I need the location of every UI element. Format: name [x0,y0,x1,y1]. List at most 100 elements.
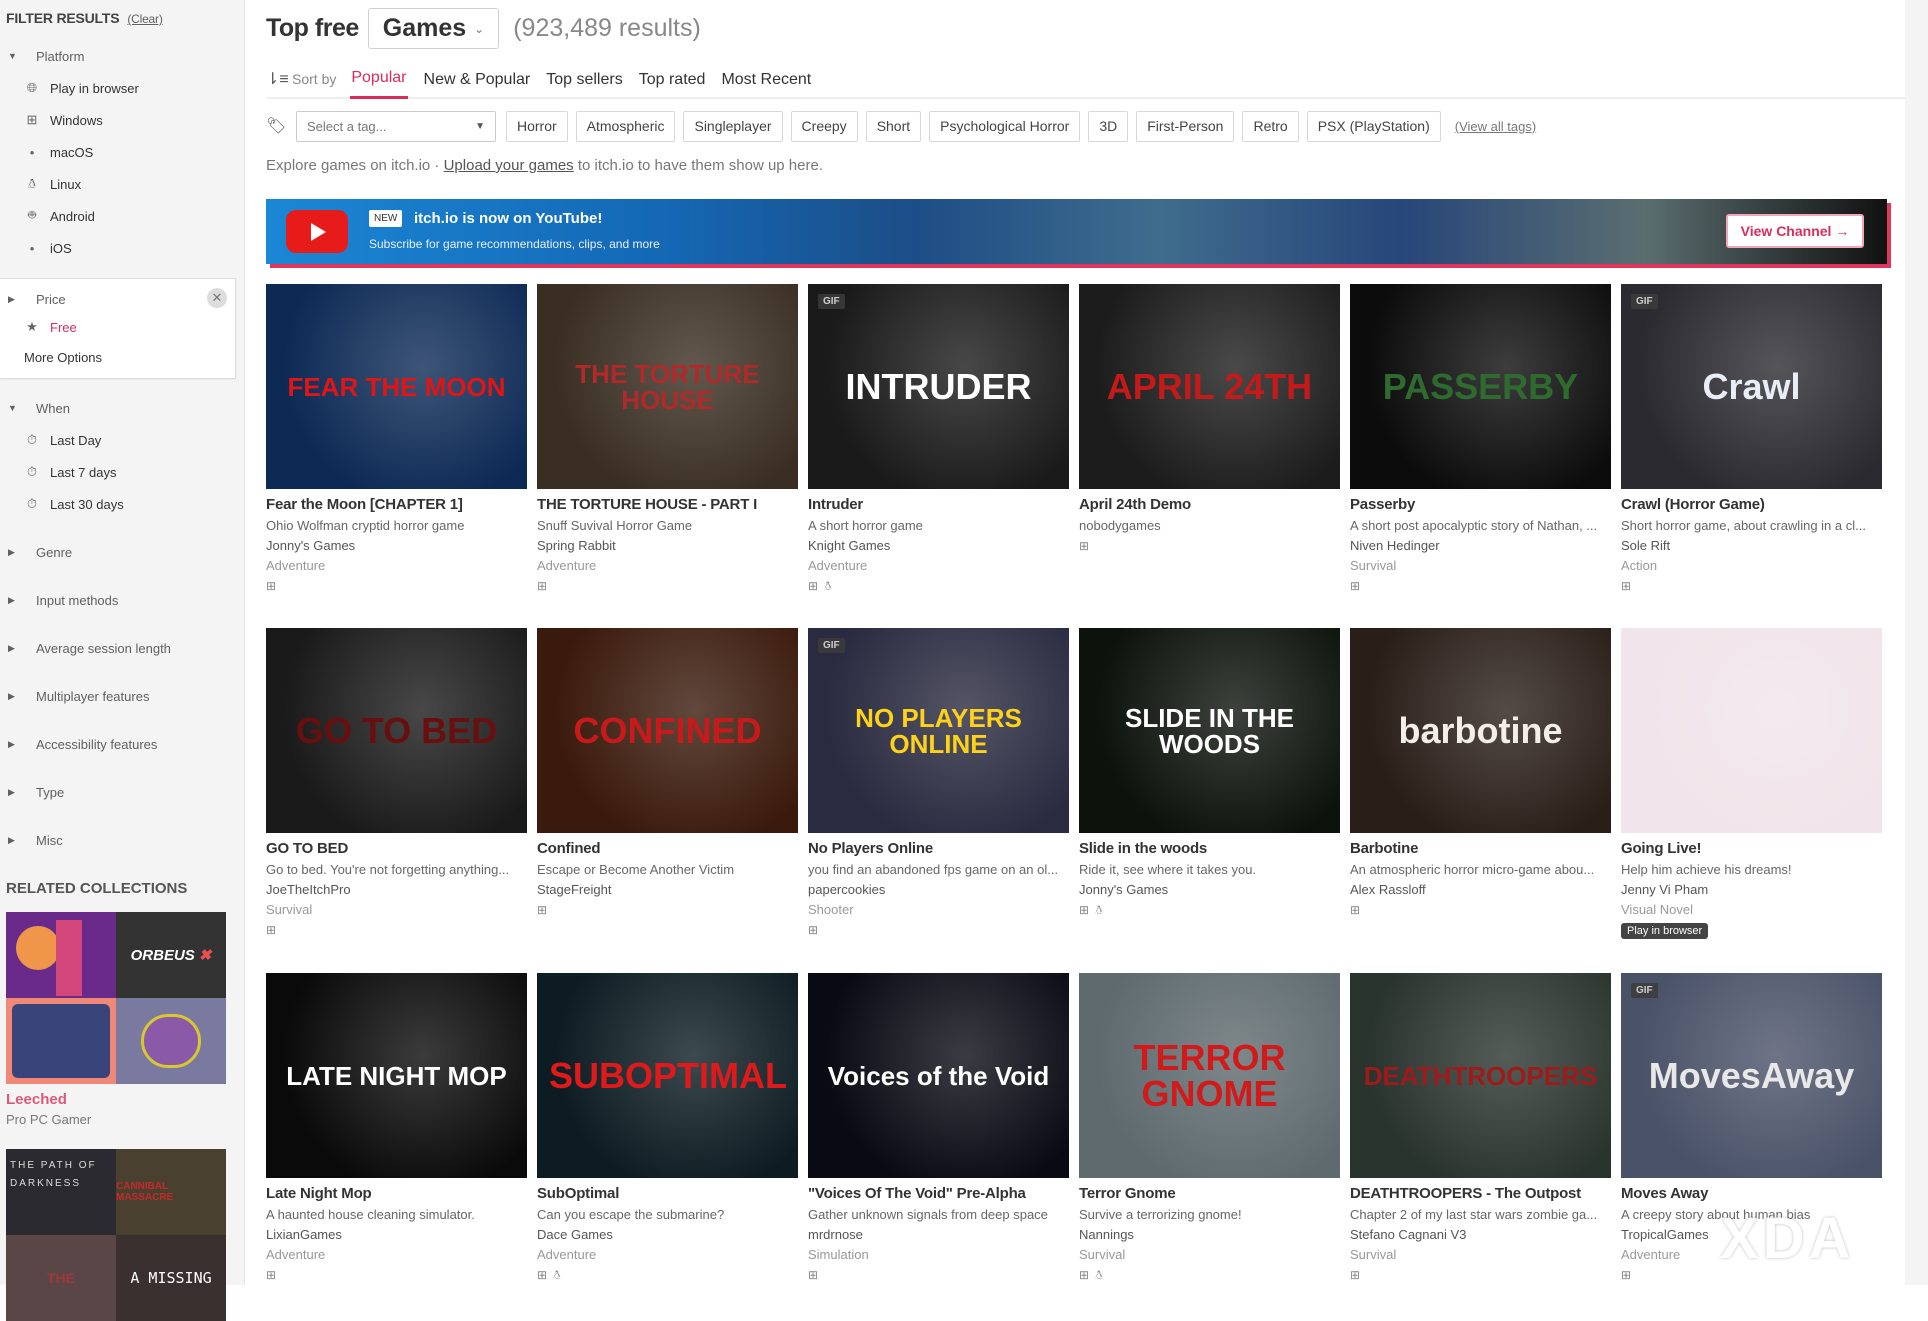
platform-option-linux[interactable]: 🐧︎ Linux [0,168,245,200]
price-option-free[interactable]: ★ Free [0,311,235,343]
collection-thumbnails[interactable]: ORBEUS ✖ [6,912,226,1084]
tag-button[interactable]: Atmospheric [575,110,676,142]
platform-toggle[interactable]: ▼ Platform [0,44,245,68]
game-thumbnail[interactable]: DEATHTROOPERS [1350,973,1611,1178]
game-thumbnail[interactable]: CONFINED [537,628,798,833]
game-card[interactable]: Voices of the Void "Voices Of The Void" P… [808,973,1069,1282]
game-card[interactable]: FEAR THE MOON Fear the Moon [CHAPTER 1] Oh… [266,284,527,593]
game-card[interactable]: Going Live! Help him achieve his dreams! J… [1621,628,1882,939]
game-title-link[interactable]: Intruder [808,496,1069,513]
game-title-link[interactable]: Terror Gnome [1079,1185,1340,1202]
tag-button[interactable]: 3D [1088,110,1129,142]
game-card[interactable]: PASSERBY Passerby A short post apocalyptic… [1350,284,1611,593]
game-thumbnail[interactable] [1621,628,1882,833]
game-title-link[interactable]: Fear the Moon [CHAPTER 1] [266,496,527,513]
game-thumbnail[interactable]: TERROR GNOME [1079,973,1340,1178]
filter-section-toggle[interactable]: ▶ Input methods [0,588,245,612]
game-author-link[interactable]: Jenny Vi Pham [1621,882,1882,897]
game-thumbnail[interactable]: APRIL 24TH [1079,284,1340,489]
game-thumbnail[interactable]: Crawl GIF [1621,284,1882,489]
upload-games-link[interactable]: Upload your games [444,157,574,174]
game-title-link[interactable]: Going Live! [1621,840,1882,857]
game-title-link[interactable]: Confined [537,840,798,857]
game-thumbnail[interactable]: NO PLAYERS ONLINE GIF [808,628,1069,833]
sort-tab-popular[interactable]: Popular [350,60,408,99]
game-card[interactable]: THE TORTURE HOUSE THE TORTURE HOUSE - PAR… [537,284,798,593]
game-thumbnail[interactable]: PASSERBY [1350,284,1611,489]
sort-tab-new-popular[interactable]: New & Popular [424,60,531,99]
game-card[interactable]: NO PLAYERS ONLINE GIF No Players Online you… [808,628,1069,937]
game-title-link[interactable]: Crawl (Horror Game) [1621,496,1882,513]
game-thumbnail[interactable]: LATE NIGHT MOP [266,973,527,1178]
filter-section-toggle[interactable]: ▶ Average session length [0,636,245,660]
view-channel-button[interactable]: View Channel → [1726,214,1864,248]
scrollbar[interactable] [1905,0,1928,1285]
game-thumbnail[interactable]: THE TORTURE HOUSE [537,284,798,489]
game-author-link[interactable]: mrdrnose [808,1227,1069,1242]
game-card[interactable]: TERROR GNOME Terror Gnome Survive a terror… [1079,973,1340,1282]
tag-button[interactable]: Horror [506,110,568,142]
game-card[interactable]: SLIDE IN THE WOODS Slide in the woods Ride… [1079,628,1340,917]
when-option[interactable]: ⏱︎ Last 30 days [0,488,245,520]
game-card[interactable]: INTRUDER GIF Intruder A short horror game Kn… [808,284,1069,593]
game-thumbnail[interactable]: SUBOPTIMAL [537,973,798,1178]
tag-button[interactable]: Short [865,110,922,142]
game-author-link[interactable]: Alex Rassloff [1350,882,1611,897]
game-thumbnail[interactable]: GO TO BED [266,628,527,833]
game-card[interactable]: CONFINED Confined Escape or Become Another… [537,628,798,917]
sort-tab-top-rated[interactable]: Top rated [639,60,706,99]
clear-filters-link[interactable]: (Clear) [127,12,162,26]
game-title-link[interactable]: DEATHTROOPERS - The Outpost [1350,1185,1611,1202]
when-option[interactable]: ⏱︎ Last Day [0,424,245,456]
game-author-link[interactable]: Jonny's Games [1079,882,1340,897]
view-all-tags-link[interactable]: (View all tags) [1455,119,1536,134]
game-title-link[interactable]: GO TO BED [266,840,527,857]
youtube-banner[interactable]: NEW itch.io is now on YouTube! Subscribe… [266,199,1887,264]
when-option[interactable]: ⏱︎ Last 7 days [0,456,245,488]
game-author-link[interactable]: Niven Hedinger [1350,538,1611,553]
game-thumbnail[interactable]: SLIDE IN THE WOODS [1079,628,1340,833]
platform-option-macos[interactable]: • macOS [0,136,245,168]
sort-tab-top-sellers[interactable]: Top sellers [546,60,622,99]
platform-option-play-in-browser[interactable]: 🌐︎ Play in browser [0,72,245,104]
game-card[interactable]: Crawl GIF Crawl (Horror Game) Short horror … [1621,284,1882,593]
filter-section-toggle[interactable]: ▶ Type [0,780,245,804]
game-card[interactable]: LATE NIGHT MOP Late Night Mop A haunted ho… [266,973,527,1282]
game-thumbnail[interactable]: INTRUDER GIF [808,284,1069,489]
game-title-link[interactable]: "Voices Of The Void" Pre-Alpha [808,1185,1069,1202]
clear-price-icon[interactable]: ✕ [207,288,227,308]
filter-section-toggle[interactable]: ▶ Multiplayer features [0,684,245,708]
collection-card[interactable]: THE PATH OF DARKNESS CANNIBAL MASSACRE T… [6,1149,226,1321]
game-thumbnail[interactable]: MovesAway GIF [1621,973,1882,1178]
platform-option-ios[interactable]: • iOS [0,232,245,264]
game-card[interactable]: barbotine Barbotine An atmospheric horror … [1350,628,1611,917]
game-title-link[interactable]: Passerby [1350,496,1611,513]
game-author-link[interactable]: JoeTheItchPro [266,882,527,897]
game-author-link[interactable]: Sole Rift [1621,538,1882,553]
filter-section-toggle[interactable]: ▶ Accessibility features [0,732,245,756]
game-author-link[interactable]: Nannings [1079,1227,1340,1242]
game-title-link[interactable]: Barbotine [1350,840,1611,857]
tag-button[interactable]: Psychological Horror [929,110,1081,142]
category-dropdown[interactable]: Games ⌄ [367,8,500,49]
game-card[interactable]: GO TO BED GO TO BED Go to bed. You're not … [266,628,527,937]
tag-select-input[interactable]: Select a tag... ▼ [296,110,496,142]
game-title-link[interactable]: Moves Away [1621,1185,1882,1202]
collection-name-link[interactable]: Leeched [6,1091,226,1108]
game-thumbnail[interactable]: barbotine [1350,628,1611,833]
game-author-link[interactable]: StageFreight [537,882,798,897]
sort-tab-most-recent[interactable]: Most Recent [721,60,811,99]
game-thumbnail[interactable]: FEAR THE MOON [266,284,527,489]
platform-option-android[interactable]: 🤖︎ Android [0,200,245,232]
game-title-link[interactable]: THE TORTURE HOUSE - PART I [537,496,798,513]
filter-section-toggle[interactable]: ▶ Genre [0,540,245,564]
tag-button[interactable]: Singleplayer [683,110,783,142]
collection-thumbnails[interactable]: THE PATH OF DARKNESS CANNIBAL MASSACRE T… [6,1149,226,1321]
game-author-link[interactable]: papercookies [808,882,1069,897]
game-card[interactable]: DEATHTROOPERS DEATHTROOPERS - The Outpost… [1350,973,1611,1282]
game-title-link[interactable]: Slide in the woods [1079,840,1340,857]
game-card[interactable]: APRIL 24TH April 24th Demo nobodygames ⊞ [1079,284,1340,553]
when-toggle[interactable]: ▼ When [0,396,245,420]
tag-button[interactable]: PSX (PlayStation) [1306,110,1441,142]
collection-card[interactable]: ORBEUS ✖ Leeched Pro PC Gamer [6,912,226,1127]
